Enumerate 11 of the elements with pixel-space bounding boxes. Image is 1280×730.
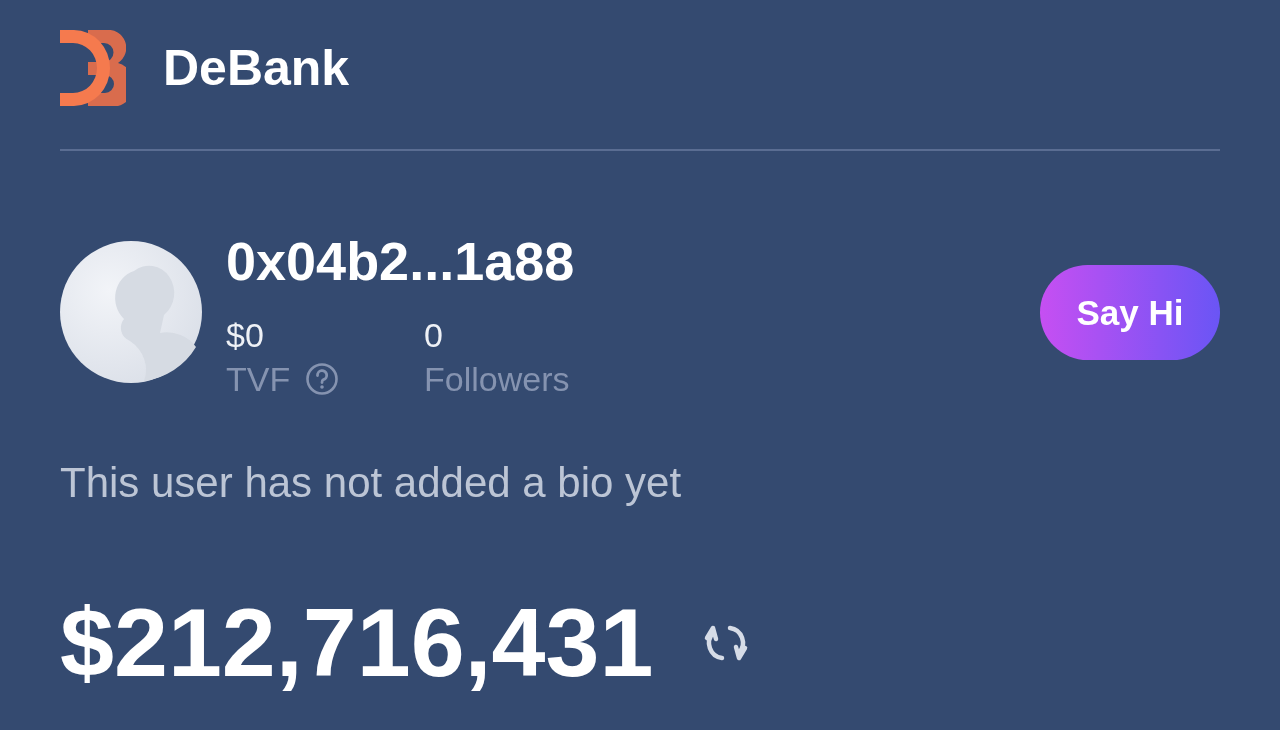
bio-text: This user has not added a bio yet (60, 462, 682, 504)
help-icon[interactable] (306, 363, 339, 395)
balance-amount: $212,716,431 (60, 594, 654, 691)
stat-label: Followers (424, 362, 570, 396)
wallet-address: 0x04b2...1a88 (226, 234, 576, 288)
say-hi-button[interactable]: Say Hi (1040, 265, 1220, 360)
stat-value: $0 (226, 318, 265, 352)
stat-label: TVF (226, 362, 291, 396)
stat-value: 0 (424, 318, 444, 352)
brand-name: DeBank (163, 43, 350, 93)
logo-icon (60, 30, 126, 106)
